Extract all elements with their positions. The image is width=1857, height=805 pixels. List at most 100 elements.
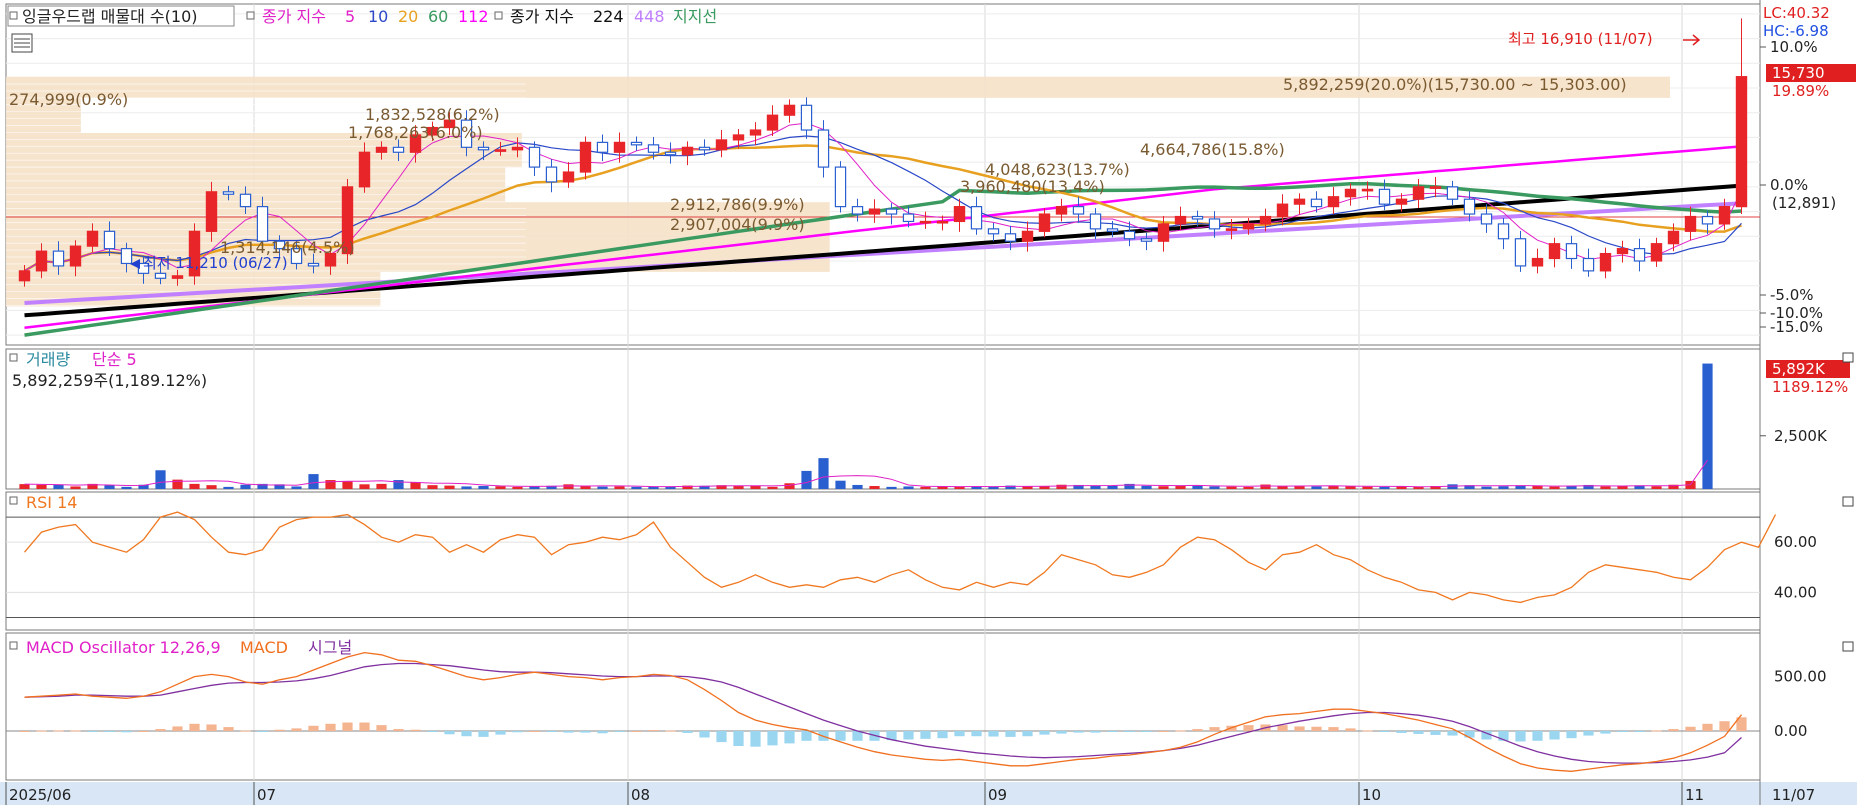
candle-body	[511, 146, 524, 151]
candle-body	[120, 248, 133, 265]
candle-body	[1004, 233, 1017, 242]
volume-bar	[1141, 485, 1152, 489]
candle-body	[749, 129, 762, 136]
candle-body	[1650, 243, 1663, 262]
macd-oscillator-bar	[1328, 727, 1339, 731]
candle-body	[205, 191, 218, 232]
signal-legend: 시그널	[308, 638, 352, 657]
macd-oscillator-bar	[937, 731, 948, 739]
rsi-title: RSI 14	[26, 493, 77, 512]
rsi-axis-label: 40.00	[1774, 583, 1817, 601]
macd-oscillator-bar	[1600, 731, 1611, 734]
legend-ma224: 224	[593, 7, 624, 26]
volume-title: 거래량	[26, 350, 70, 369]
macd-oscillator-bar	[53, 730, 64, 732]
candle-body	[103, 230, 116, 250]
volume-current-pct: 1189.12%	[1772, 378, 1848, 396]
volume-bar	[580, 486, 591, 489]
candle-body	[953, 206, 966, 223]
macd-oscillator-bar	[512, 731, 523, 733]
candle-body	[1140, 238, 1153, 242]
x-axis-label: 2025/06	[9, 786, 71, 804]
volume-bar	[869, 486, 880, 489]
candle-body	[477, 146, 490, 151]
macd-oscillator-bar	[172, 726, 183, 731]
volume-bar	[1600, 486, 1611, 489]
volume-bar	[478, 486, 489, 489]
volume-profile-label: 2,912,786(9.9%)	[670, 195, 805, 214]
volume-bar	[291, 486, 302, 489]
macd-oscillator-bar	[36, 730, 47, 732]
candle-body	[868, 208, 881, 215]
macd-legend: MACD	[240, 638, 288, 657]
x-axis-label: 10	[1362, 786, 1381, 804]
volume-bar	[886, 486, 897, 489]
macd-oscillator-bar	[1685, 726, 1696, 731]
volume-bar	[1056, 484, 1067, 489]
candle-body	[1616, 248, 1629, 255]
candle-body	[69, 245, 82, 267]
volume-bar	[121, 486, 132, 489]
candle-body	[596, 141, 609, 153]
macd-oscillator-bar	[1243, 725, 1254, 731]
candle-body	[1463, 198, 1476, 215]
volume-profile-label: 3,960,480(13.4%)	[960, 177, 1105, 196]
macd-axis-label: 0.00	[1774, 722, 1807, 740]
macd-oscillator-bar	[1566, 731, 1577, 739]
candle-body	[1157, 223, 1170, 242]
macd-oscillator-bar	[1583, 731, 1594, 736]
macd-oscillator-bar	[121, 731, 132, 733]
panel-close-icon[interactable]	[1842, 641, 1854, 652]
macd-oscillator-bar	[648, 730, 659, 732]
macd-oscillator-bar	[1107, 731, 1118, 732]
macd-oscillator-bar	[1022, 731, 1033, 737]
background	[0, 0, 1857, 805]
candle-body	[936, 220, 949, 224]
candle-body	[1072, 206, 1085, 215]
rsi-axis-label: 60.00	[1774, 533, 1817, 551]
macd-oscillator-bar	[835, 731, 846, 741]
volume-bar	[206, 485, 217, 489]
candle-body	[1174, 215, 1187, 225]
legend-square-icon	[9, 353, 18, 362]
macd-oscillator-bar	[614, 731, 625, 732]
panel-close-icon[interactable]	[1842, 352, 1854, 363]
panel-close-icon[interactable]	[1842, 496, 1854, 507]
candle-body	[35, 250, 48, 272]
macd-oscillator-bar	[1311, 726, 1322, 731]
candle-body	[1395, 198, 1408, 205]
candle-body	[970, 206, 983, 230]
macd-oscillator-bar	[19, 731, 30, 732]
macd-oscillator-bar	[342, 722, 353, 731]
macd-oscillator-bar	[1719, 721, 1730, 731]
candle-body	[1480, 213, 1493, 225]
macd-oscillator-bar	[716, 731, 727, 743]
macd-oscillator-bar	[563, 731, 574, 733]
macd-oscillator-bar	[1277, 725, 1288, 731]
candle-body	[664, 151, 677, 156]
candle-body	[1446, 186, 1459, 200]
macd-oscillator-bar	[699, 731, 710, 738]
candle-body	[1633, 248, 1646, 262]
candle-body	[1412, 186, 1425, 200]
macd-oscillator-bar	[1447, 731, 1458, 736]
volume-info: 5,892,259주(1,189.12%)	[12, 371, 207, 390]
macd-oscillator-bar	[1209, 727, 1220, 731]
candle-body	[358, 151, 371, 188]
candle-body	[528, 146, 541, 168]
candle-body	[1344, 188, 1357, 198]
macd-oscillator-bar	[325, 723, 336, 731]
volume-bar	[240, 484, 251, 489]
macd-oscillator-bar	[410, 729, 421, 731]
candle-body	[375, 146, 388, 153]
macd-oscillator-bar	[138, 731, 149, 732]
candle	[834, 161, 847, 213]
volume-bar	[359, 484, 370, 489]
macd-oscillator-bar	[1362, 730, 1373, 732]
low-annotation: 최저 11,210 (06/27)	[143, 254, 288, 272]
stock-chart[interactable]: 2025/06 07 08 09 10 11 11/07LC:40.32HC:-6.9815…	[0, 0, 1857, 805]
volume-bar	[1175, 486, 1186, 489]
legend-square-icon	[246, 11, 255, 20]
macd-oscillator-bar	[546, 731, 557, 732]
macd-oscillator-bar	[1668, 729, 1679, 731]
